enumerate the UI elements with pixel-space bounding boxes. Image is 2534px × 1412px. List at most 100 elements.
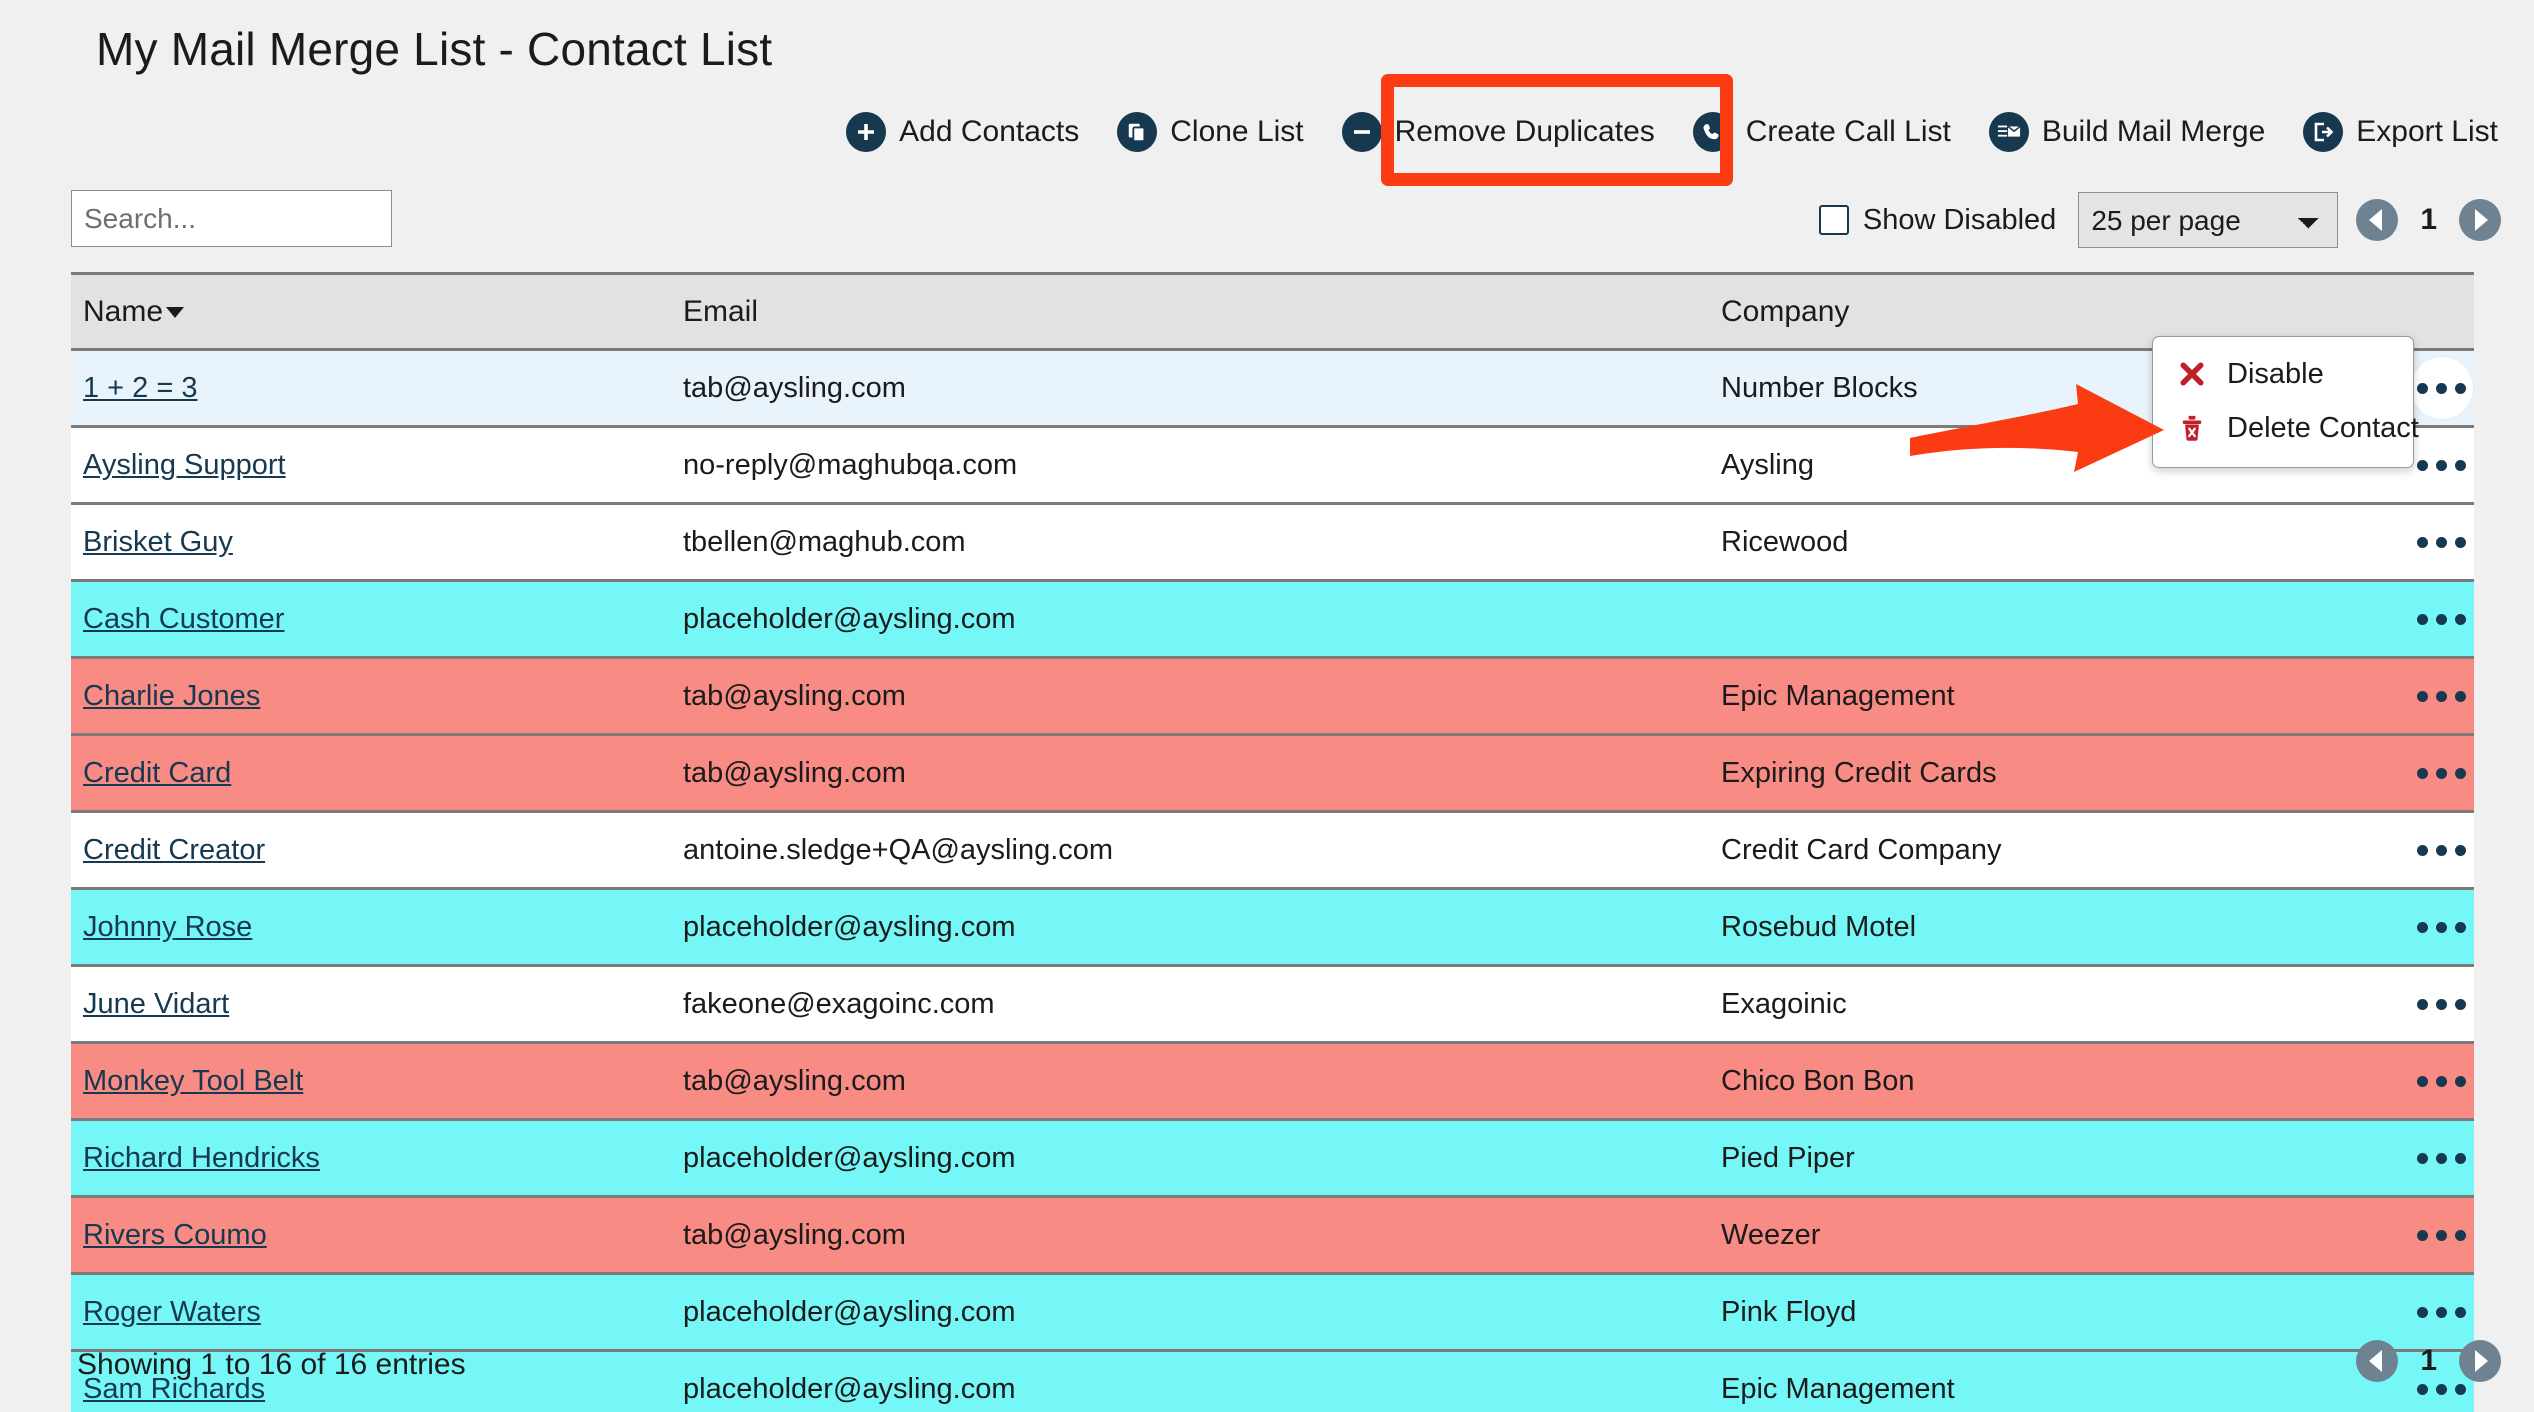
row-actions-menu-button[interactable]	[2410, 1130, 2474, 1186]
table-row[interactable]: Brisket Guy tbellen@maghub.com Ricewood	[71, 503, 2474, 582]
dot-icon	[2417, 998, 2428, 1010]
chevron-left-icon	[2369, 209, 2383, 231]
cell-actions	[2409, 1273, 2474, 1352]
dot-icon	[2455, 767, 2466, 779]
envelope-icon	[1988, 112, 2029, 152]
show-disabled-checkbox[interactable]	[1818, 205, 1849, 235]
contact-name-link[interactable]: Credit Creator	[83, 834, 265, 866]
column-header-name-label: Name	[83, 295, 164, 328]
table-row[interactable]: June Vidart fakeone@exagoinc.com Exagoinic	[71, 965, 2474, 1044]
row-actions-menu-button[interactable]	[2410, 514, 2474, 570]
dot-icon	[2436, 1075, 2447, 1087]
table-row[interactable]: Credit Card tab@aysling.com Expiring Credi…	[71, 734, 2474, 813]
table-row[interactable]: Credit Creator antoine.sledge+QA@aysling.…	[71, 811, 2474, 890]
export-list-label: Export List	[2356, 115, 2498, 148]
cell-company: Rosebud Motel	[1709, 888, 2409, 967]
cell-email: tab@aysling.com	[671, 1196, 1709, 1275]
contact-name-link[interactable]: Brisket Guy	[83, 526, 233, 558]
cell-name: June Vidart	[71, 965, 671, 1044]
dot-icon	[2436, 690, 2447, 702]
dot-icon	[2417, 1229, 2428, 1241]
row-actions-menu-button[interactable]	[2410, 668, 2474, 724]
build-mail-merge-button[interactable]: Build Mail Merge	[1987, 108, 2267, 156]
contact-name-link[interactable]: Roger Waters	[83, 1296, 261, 1328]
column-header-email[interactable]: Email	[671, 272, 1709, 351]
column-header-name[interactable]: Name	[71, 272, 671, 351]
cell-name: Brisket Guy	[71, 503, 671, 582]
row-actions-menu-button[interactable]	[2410, 1284, 2474, 1340]
x-mark-icon	[2175, 357, 2209, 391]
contact-name-link[interactable]: Credit Card	[83, 757, 231, 789]
show-disabled-label: Show Disabled	[1862, 203, 2057, 236]
footer-prev-page-button[interactable]	[2356, 1340, 2399, 1382]
cell-company: Expiring Credit Cards	[1709, 734, 2409, 813]
table-row[interactable]: Charlie Jones tab@aysling.com Epic Managem…	[71, 657, 2474, 736]
row-actions-menu-button[interactable]	[2410, 591, 2474, 647]
cell-email: no-reply@maghubqa.com	[671, 426, 1709, 505]
contact-name-link[interactable]: Rivers Coumo	[83, 1219, 267, 1251]
cell-email: tab@aysling.com	[671, 349, 1709, 428]
dot-icon	[2455, 613, 2466, 625]
contact-name-link[interactable]: Richard Hendricks	[83, 1142, 320, 1174]
dot-icon	[2436, 1306, 2447, 1318]
search-input[interactable]	[71, 190, 392, 247]
table-row[interactable]: 1 + 2 = 3 tab@aysling.com Number Blocks	[71, 349, 2474, 428]
remove-duplicates-label: Remove Duplicates	[1394, 115, 1655, 148]
row-actions-menu-button[interactable]	[2410, 899, 2474, 955]
remove-duplicates-button[interactable]: Remove Duplicates	[1340, 108, 1657, 156]
table-row[interactable]: Richard Hendricks placeholder@aysling.com…	[71, 1119, 2474, 1198]
dot-icon	[2455, 1306, 2466, 1318]
cell-email: placeholder@aysling.com	[671, 1119, 1709, 1198]
contact-name-link[interactable]: Charlie Jones	[83, 680, 260, 712]
dot-icon	[2455, 1383, 2466, 1395]
contact-name-link[interactable]: June Vidart	[83, 988, 229, 1020]
row-actions-menu-button[interactable]	[2410, 745, 2474, 801]
top-pagination: 1	[2356, 199, 2501, 241]
export-list-button[interactable]: Export List	[2301, 108, 2500, 156]
table-row[interactable]: Monkey Tool Belt tab@aysling.com Chico Bon…	[71, 1042, 2474, 1121]
sort-desc-icon	[166, 307, 185, 318]
clone-list-button[interactable]: Clone List	[1115, 108, 1305, 156]
table-row[interactable]: Roger Waters placeholder@aysling.com Pink …	[71, 1273, 2474, 1352]
contact-name-link[interactable]: 1 + 2 = 3	[83, 372, 198, 404]
contact-name-link[interactable]: Monkey Tool Belt	[83, 1065, 303, 1097]
table-row[interactable]: Aysling Support no-reply@maghubqa.com Aysl…	[71, 426, 2474, 505]
contact-name-link[interactable]: Aysling Support	[83, 449, 286, 481]
contact-name-link[interactable]: Cash Customer	[83, 603, 284, 635]
table-row[interactable]: Rivers Coumo tab@aysling.com Weezer	[71, 1196, 2474, 1275]
cell-actions	[2409, 580, 2474, 659]
table-row[interactable]: Johnny Rose placeholder@aysling.com Rosebu…	[71, 888, 2474, 967]
prev-page-button[interactable]	[2356, 199, 2399, 241]
row-actions-menu-button[interactable]	[2410, 1207, 2474, 1263]
show-disabled-control[interactable]: Show Disabled	[1818, 203, 2057, 237]
next-page-button[interactable]	[2459, 199, 2501, 241]
add-contacts-button[interactable]: Add Contacts	[844, 108, 1081, 156]
row-actions-menu-button[interactable]	[2410, 1053, 2474, 1109]
footer-current-page-number: 1	[2420, 1344, 2437, 1377]
contact-list-page: My Mail Merge List - Contact List Add Co…	[0, 0, 2534, 1412]
dot-icon	[2417, 1152, 2428, 1164]
context-menu-delete-label: Delete Contact	[2227, 411, 2419, 444]
per-page-select[interactable]: 25 per page	[2078, 192, 2339, 248]
create-call-list-button[interactable]: Create Call List	[1691, 108, 1953, 156]
context-menu-item-disable[interactable]: Disable	[2153, 347, 2413, 401]
cell-name: 1 + 2 = 3	[71, 349, 671, 428]
page-title: My Mail Merge List - Contact List	[96, 23, 773, 75]
row-actions-menu-button[interactable]	[2410, 357, 2473, 419]
cell-name: Rivers Coumo	[71, 1196, 671, 1275]
table-row[interactable]: Cash Customer placeholder@aysling.com	[71, 580, 2474, 659]
dot-icon	[2417, 767, 2428, 779]
footer-next-page-button[interactable]	[2459, 1340, 2501, 1382]
copy-icon	[1117, 112, 1158, 152]
table-body: 1 + 2 = 3 tab@aysling.com Number Blocks Ays…	[71, 349, 2474, 1412]
context-menu-item-delete-contact[interactable]: Delete Contact	[2153, 401, 2419, 455]
row-actions-menu-button[interactable]	[2410, 822, 2474, 878]
context-menu-disable-label: Disable	[2227, 357, 2324, 390]
cell-actions	[2409, 503, 2474, 582]
row-actions-menu-button[interactable]	[2410, 976, 2474, 1032]
contact-name-link[interactable]: Johnny Rose	[83, 911, 252, 943]
row-actions-menu-button[interactable]	[2410, 437, 2474, 493]
cell-email: fakeone@exagoinc.com	[671, 965, 1709, 1044]
dot-icon	[2436, 1152, 2447, 1164]
right-controls: Show Disabled 25 per page 1	[1818, 190, 2501, 250]
